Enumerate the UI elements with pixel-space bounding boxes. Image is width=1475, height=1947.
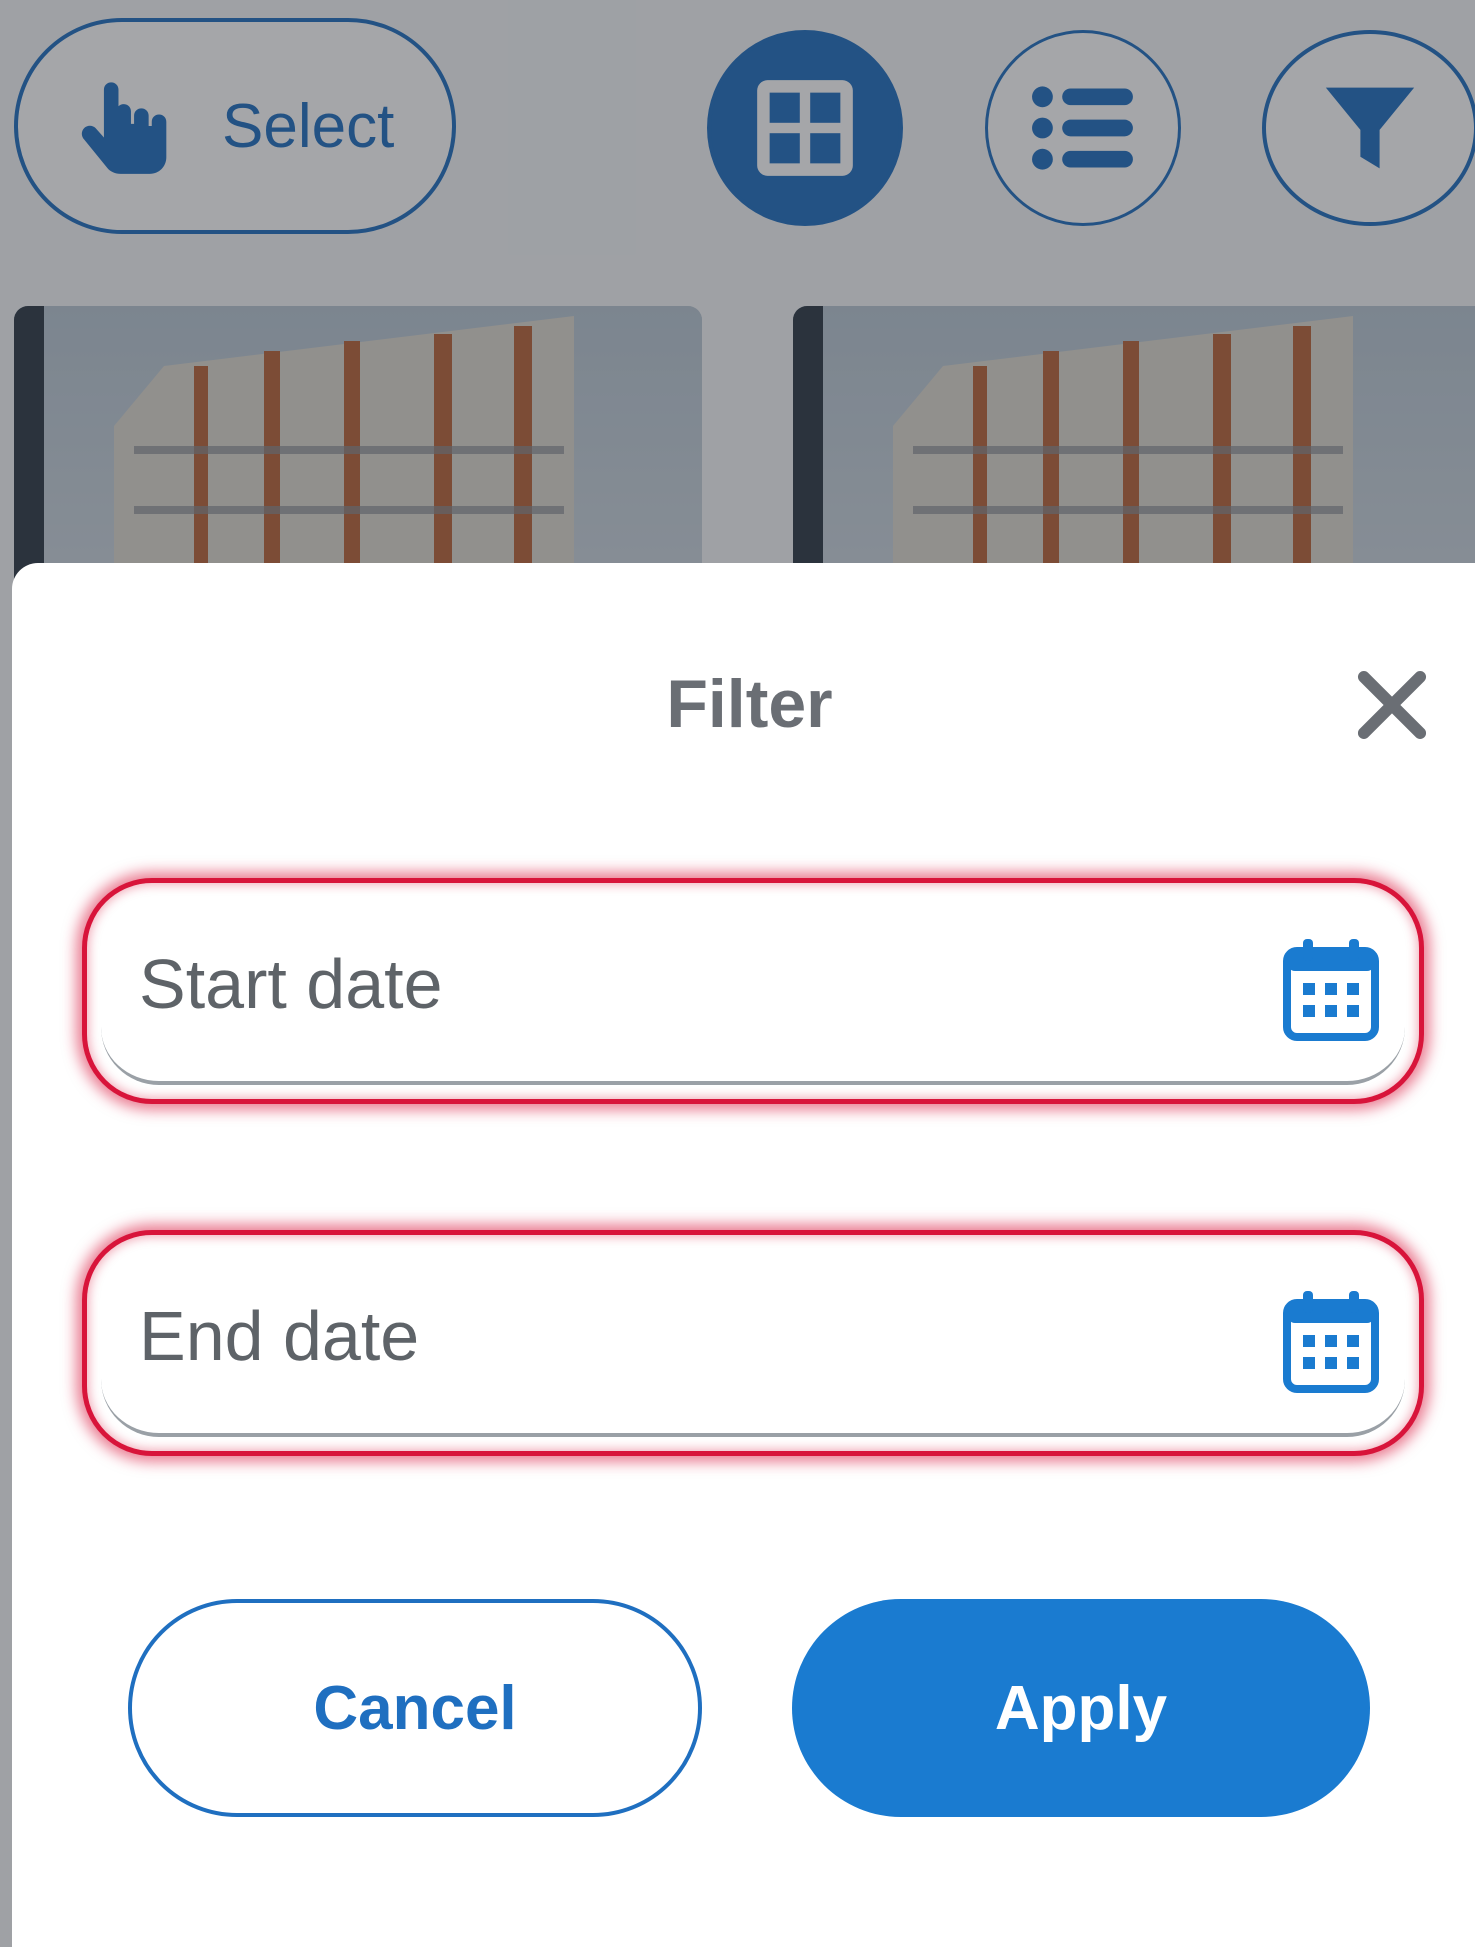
start-date-input[interactable] xyxy=(137,923,1191,1045)
calendar-icon[interactable] xyxy=(1283,937,1379,1041)
start-date-field-wrapper xyxy=(82,878,1424,1104)
close-button[interactable] xyxy=(1336,649,1448,761)
cancel-button[interactable]: Cancel xyxy=(128,1599,702,1817)
end-date-field-wrapper xyxy=(82,1230,1424,1456)
filter-bottom-sheet: Filter Start date End date Cancel Apply xyxy=(12,563,1475,1947)
close-icon xyxy=(1357,670,1427,740)
end-date-input[interactable] xyxy=(137,1275,1191,1397)
calendar-icon[interactable] xyxy=(1283,1289,1379,1393)
apply-button[interactable]: Apply xyxy=(792,1599,1370,1817)
sheet-title: Filter xyxy=(666,666,833,742)
